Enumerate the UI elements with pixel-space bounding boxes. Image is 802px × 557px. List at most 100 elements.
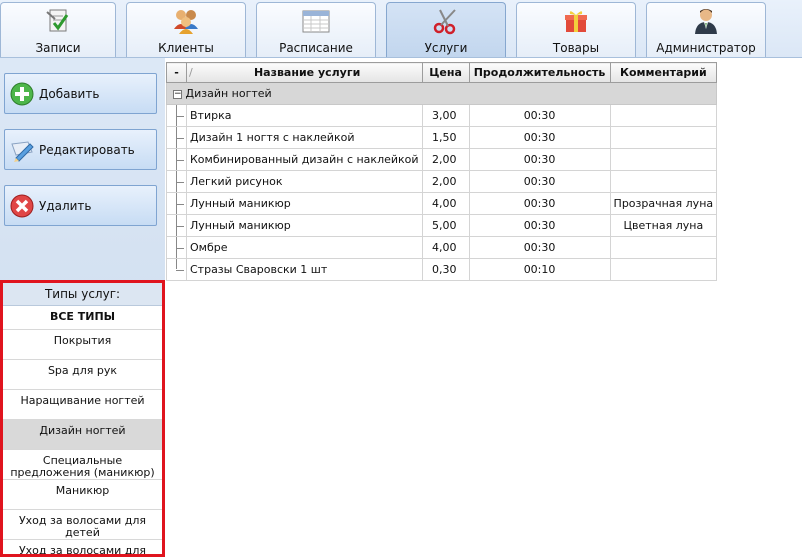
- type-item-special-offers[interactable]: Специальные предложения (маникюр): [3, 450, 162, 480]
- tree-connector: [166, 170, 187, 193]
- tab-label: Администратор: [656, 41, 756, 55]
- group-label: Дизайн ногтей: [185, 87, 272, 100]
- table-row[interactable]: Омбре 4,00 00:30: [166, 236, 718, 259]
- type-item-label: Дизайн ногтей: [39, 424, 126, 437]
- type-item-manicure[interactable]: Маникюр: [3, 480, 162, 510]
- type-item-label: Покрытия: [53, 334, 112, 347]
- tab-records[interactable]: Записи: [0, 2, 116, 57]
- type-item-spa[interactable]: Spa для рук: [3, 360, 162, 390]
- schedule-calendar-icon: [302, 10, 330, 33]
- cell-duration: 00:30: [468, 104, 611, 127]
- cell-duration: 00:30: [468, 126, 611, 149]
- cell-name: Стразы Сваровски 1 шт: [186, 258, 423, 281]
- tree-connector: [166, 148, 187, 171]
- cell-name: Лунный маникюр: [186, 214, 423, 237]
- grid-header-row: - / Название услуги Цена Продолжительност…: [166, 62, 718, 83]
- tab-label: Клиенты: [158, 41, 214, 55]
- type-item-coatings[interactable]: Покрытия: [3, 330, 162, 360]
- add-button[interactable]: Добавить: [4, 73, 157, 114]
- cell-comment: [609, 148, 718, 171]
- service-types-panel: Типы услуг: ВСЕ ТИПЫ Покрытия Spa для ру…: [0, 280, 165, 557]
- type-item-men-hair[interactable]: Уход за волосами для мужчин: [3, 540, 162, 557]
- table-row[interactable]: Втирка 3,00 00:30: [166, 104, 718, 127]
- table-row[interactable]: Комбинированный дизайн с наклейкой 2,00 00…: [166, 148, 718, 171]
- table-row[interactable]: Лунный маникюр 5,00 00:30 Цветная луна: [166, 214, 718, 237]
- pencil-edit-icon: [11, 141, 34, 162]
- cell-price: 1,50: [421, 126, 470, 149]
- services-grid: - / Название услуги Цена Продолжительност…: [165, 62, 718, 281]
- cell-comment: [609, 126, 718, 149]
- collapse-group-icon[interactable]: −: [173, 89, 182, 99]
- type-item-label: Spa для рук: [47, 364, 118, 377]
- tab-label: Расписание: [279, 41, 353, 55]
- cell-price: 4,00: [421, 192, 470, 215]
- gift-box-icon: [565, 11, 587, 32]
- delete-button-label: Удалить: [39, 199, 92, 213]
- table-row[interactable]: Легкий рисунок 2,00 00:30: [166, 170, 718, 193]
- tab-schedule[interactable]: Расписание: [256, 2, 376, 57]
- tab-label: Товары: [552, 41, 600, 55]
- tree-connector: [166, 192, 187, 215]
- column-header-duration[interactable]: Продолжительность: [468, 62, 611, 83]
- cell-price: 0,30: [421, 258, 470, 281]
- left-panel: Добавить Редактировать Удалить Типы услу…: [0, 58, 165, 557]
- tree-connector: [166, 214, 187, 237]
- column-header-price[interactable]: Цена: [421, 62, 470, 83]
- tab-label: Услуги: [424, 41, 468, 55]
- tree-connector: [166, 258, 187, 281]
- delete-button[interactable]: Удалить: [4, 185, 157, 226]
- scissors-icon: [433, 9, 456, 35]
- cell-price: 2,00: [421, 148, 470, 171]
- cell-name: Лунный маникюр: [186, 192, 423, 215]
- table-row[interactable]: Дизайн 1 ногтя с наклейкой 1,50 00:30: [166, 126, 718, 149]
- cell-price: 3,00: [421, 104, 470, 127]
- cell-price: 5,00: [421, 214, 470, 237]
- tab-services[interactable]: Услуги: [386, 2, 506, 57]
- tab-goods[interactable]: Товары: [516, 2, 636, 57]
- cell-comment: [609, 236, 718, 259]
- tree-connector: [166, 236, 187, 259]
- type-item-kids-hair[interactable]: Уход за волосами для детей: [3, 510, 162, 540]
- cell-duration: 00:30: [468, 214, 611, 237]
- type-item-nail-design[interactable]: Дизайн ногтей: [3, 420, 162, 450]
- edit-button-label: Редактировать: [39, 143, 135, 157]
- cell-name: Комбинированный дизайн с наклейкой: [186, 148, 423, 171]
- tree-connector: [166, 126, 187, 149]
- service-types-title: Типы услуг:: [3, 283, 162, 306]
- type-item-label: Уход за волосами для мужчин: [18, 544, 147, 557]
- tab-admin[interactable]: Администратор: [646, 2, 766, 57]
- tab-clients[interactable]: Клиенты: [126, 2, 246, 57]
- type-item-extensions[interactable]: Наращивание ногтей: [3, 390, 162, 420]
- cell-duration: 00:30: [468, 236, 611, 259]
- cell-duration: 00:30: [468, 148, 611, 171]
- edit-button[interactable]: Редактировать: [4, 129, 157, 170]
- clients-group-icon: [174, 10, 198, 34]
- admin-person-icon: [695, 9, 717, 34]
- type-item-all[interactable]: ВСЕ ТИПЫ: [3, 306, 162, 330]
- column-header-label: Название услуги: [253, 66, 361, 79]
- group-row[interactable]: − Дизайн ногтей: [165, 82, 718, 105]
- cell-price: 4,00: [421, 236, 470, 259]
- cell-comment: [609, 104, 718, 127]
- collapse-all-header[interactable]: -: [166, 62, 187, 83]
- type-item-label: Специальные предложения (маникюр): [10, 454, 155, 479]
- table-row[interactable]: Стразы Сваровски 1 шт 0,30 00:10: [166, 258, 718, 281]
- notes-check-icon: [46, 9, 69, 32]
- cell-name: Дизайн 1 ногтя с наклейкой: [186, 126, 423, 149]
- column-header-name[interactable]: / Название услуги: [186, 62, 423, 83]
- plus-circle-icon: [10, 82, 34, 106]
- column-header-comment[interactable]: Комментарий: [609, 62, 718, 83]
- cell-name: Втирка: [186, 104, 423, 127]
- cell-duration: 00:10: [468, 258, 611, 281]
- cell-duration: 00:30: [468, 170, 611, 193]
- sort-marker: /: [189, 66, 193, 79]
- cell-price: 2,00: [421, 170, 470, 193]
- type-item-label: Уход за волосами для детей: [18, 514, 147, 539]
- main-tab-bar: Записи Клиенты Расписание Услуги Товары …: [0, 0, 802, 58]
- type-item-label: ВСЕ ТИПЫ: [49, 310, 116, 323]
- add-button-label: Добавить: [39, 87, 100, 101]
- delete-x-icon: [10, 194, 34, 218]
- cell-name: Омбре: [186, 236, 423, 259]
- table-row[interactable]: Лунный маникюр 4,00 00:30 Прозрачная луна: [166, 192, 718, 215]
- cell-comment: [609, 170, 718, 193]
